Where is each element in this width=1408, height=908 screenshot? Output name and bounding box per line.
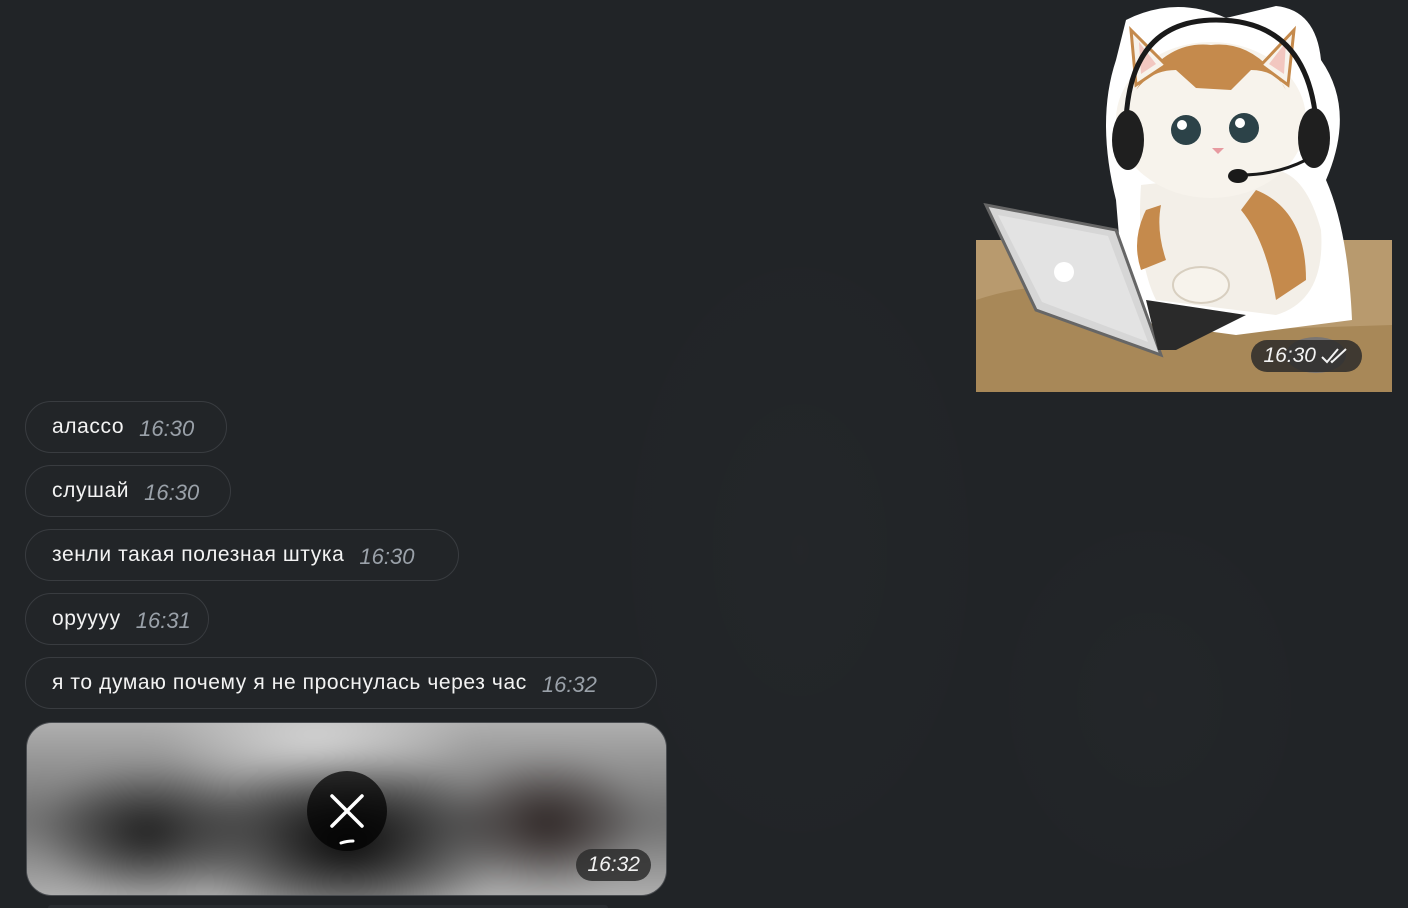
message-text: алассо — [52, 415, 125, 438]
message-time: 16:30 — [359, 544, 415, 569]
message-bubble[interactable]: зенли такая полезная штука 16:30 — [25, 529, 459, 581]
cancel-download-button[interactable] — [307, 771, 387, 851]
media-timestamp: 16:32 — [576, 849, 651, 881]
chat-area: 16:30 алассо 16:30 слушай 16:30 зенли та… — [0, 0, 1408, 908]
message-time: 16:30 — [139, 416, 195, 441]
sticker-time-text: 16:30 — [1263, 344, 1316, 367]
message-bubble[interactable]: слушай 16:30 — [25, 465, 231, 517]
sticker-timestamp: 16:30 — [1251, 340, 1362, 372]
sticker-message[interactable]: 16:30 — [976, 0, 1392, 392]
message-bubble[interactable]: оруууу 16:31 — [25, 593, 209, 645]
media-message[interactable]: 16:32 — [26, 722, 667, 896]
cat-sticker-image — [976, 6, 1392, 392]
message-time: 16:30 — [144, 480, 200, 505]
message-time: 16:32 — [541, 672, 597, 697]
media-time-text: 16:32 — [587, 853, 640, 876]
message-bubble[interactable]: я то думаю почему я не проснулась через … — [25, 657, 657, 709]
message-time: 16:31 — [135, 608, 191, 633]
message-text: я то думаю почему я не проснулась через … — [52, 671, 527, 694]
message-text: оруууу — [52, 607, 121, 630]
message-text: зенли такая полезная штука — [52, 543, 345, 566]
double-check-icon — [1321, 348, 1347, 364]
message-text: слушай — [52, 479, 130, 502]
close-icon — [330, 794, 364, 845]
message-bubble[interactable]: алассо 16:30 — [25, 401, 227, 453]
